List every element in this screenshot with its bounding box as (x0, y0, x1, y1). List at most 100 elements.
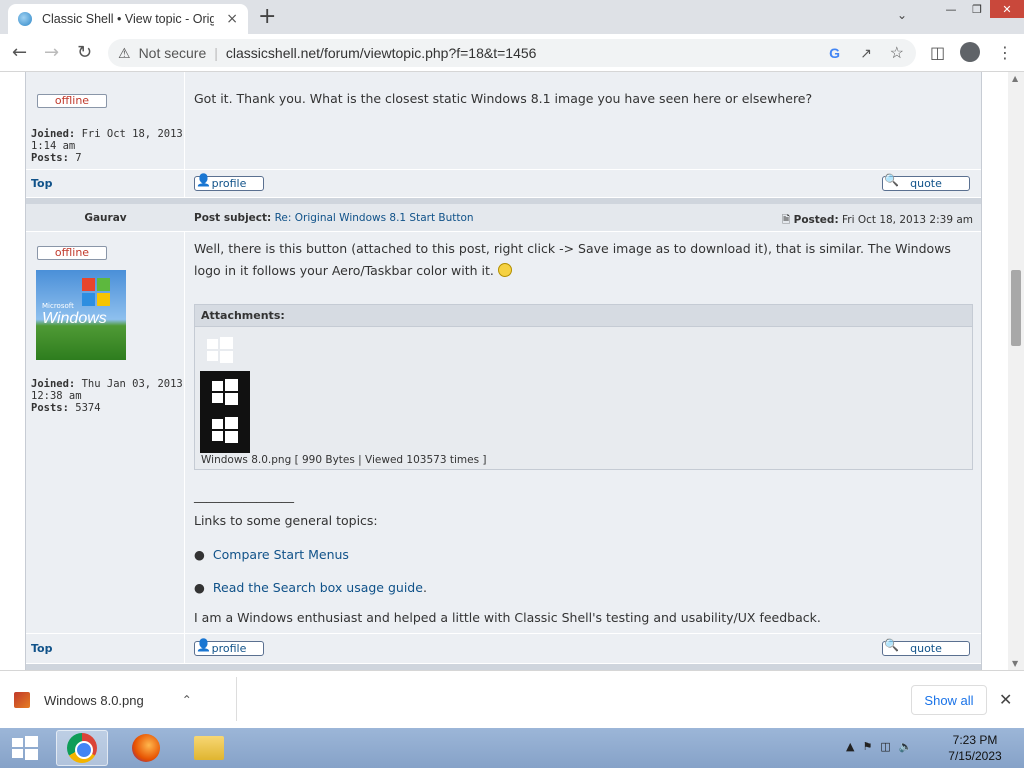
site-favicon-icon (18, 12, 32, 26)
menu-kebab-icon[interactable]: ⋮ (997, 43, 1013, 62)
list-item: ● Read the Search box usage guide. (194, 577, 427, 599)
file-explorer-taskbar-button[interactable] (183, 730, 235, 766)
quote-label: quote (910, 642, 942, 655)
download-filename[interactable]: Windows 8.0.png (44, 693, 144, 708)
attachments-box: Attachments: Windows 8.0.png [ 990 Bytes… (194, 304, 973, 470)
address-bar[interactable]: ⚠ Not secure | classicshell.net/forum/vi… (108, 39, 916, 67)
windows-flag-icon (82, 278, 112, 308)
profile-button[interactable]: 👤 profile (194, 639, 264, 656)
posts-label: Posts: (31, 402, 69, 414)
restore-icon[interactable]: ❐ (964, 0, 990, 18)
action-center-icon[interactable]: ⚑ (862, 740, 872, 753)
top-link[interactable]: Top (31, 642, 52, 655)
posted-label: Posted: (793, 214, 839, 226)
firefox-taskbar-button[interactable] (120, 730, 172, 766)
post-footer-row: Top 👤 profile 🔍 quote (26, 634, 981, 664)
firefox-icon (132, 734, 160, 762)
tray-expand-icon[interactable]: ▲ (846, 740, 854, 753)
link-suffix: . (422, 580, 427, 595)
scroll-up-icon[interactable]: ▲ (1012, 74, 1018, 83)
start-button[interactable] (8, 734, 40, 762)
posts-value: 7 (75, 152, 82, 164)
browser-toolbar: ← → ↻ ⚠ Not secure | classicshell.net/fo… (0, 34, 1024, 72)
download-shelf: Windows 8.0.png ⌃ Show all ✕ (0, 670, 1024, 728)
author-details: Joined: Thu Jan 03, 2013 12:38 am Posts:… (31, 378, 184, 414)
tab-strip: Classic Shell • View topic - Origin × + … (0, 0, 1024, 34)
post-subject: Post subject: Re: Original Windows 8.1 S… (194, 212, 474, 224)
forward-arrow-icon[interactable]: → (44, 42, 59, 63)
minimize-icon[interactable]: — (938, 0, 964, 18)
window-controls: — ❐ ✕ (938, 0, 1024, 18)
search-guide-link[interactable]: Read the Search box usage guide (213, 580, 423, 595)
network-icon[interactable]: ◫ (880, 740, 890, 753)
omnibox-divider: | (214, 45, 218, 61)
compare-start-menus-link[interactable]: Compare Start Menus (213, 547, 349, 562)
attachment-image[interactable] (200, 371, 250, 453)
posted-value: Fri Oct 18, 2013 2:39 am (841, 214, 973, 226)
subject-label: Post subject: (194, 212, 272, 224)
security-status[interactable]: Not secure (139, 45, 207, 61)
bullet-icon: ● (194, 547, 205, 562)
status-badge: offline (37, 94, 107, 108)
page-viewport: offline Joined: Fri Oct 18, 2013 1:14 am… (0, 72, 1008, 670)
warning-icon[interactable]: ⚠ (118, 45, 131, 62)
bookmark-star-icon[interactable]: ☆ (890, 43, 904, 63)
chevron-up-icon[interactable]: ⌃ (182, 693, 192, 707)
download-item[interactable]: Windows 8.0.png ⌃ (14, 685, 192, 715)
joined-label: Joined: (31, 128, 76, 140)
links-intro: Links to some general topics: (194, 513, 378, 528)
quote-label: quote (910, 177, 942, 190)
google-lens-icon[interactable]: G (829, 45, 840, 61)
volume-icon[interactable]: 🔈 (899, 740, 913, 753)
browser-tab[interactable]: Classic Shell • View topic - Origin × (8, 4, 248, 34)
post-message: Well, there is this button (attached to … (194, 238, 970, 282)
tab-close-icon[interactable]: × (226, 11, 238, 27)
post-message: Got it. Thank you. What is the closest s… (194, 91, 813, 106)
reload-icon[interactable]: ↻ (77, 42, 92, 63)
profile-avatar-icon[interactable] (960, 42, 980, 62)
tab-search-chevron-icon[interactable]: ⌄ (897, 8, 907, 22)
clock-date: 7/15/2023 (948, 749, 1002, 763)
system-tray: ▲ ⚑ ◫ 🔈 (846, 740, 912, 753)
windows-logo-icon (207, 337, 233, 363)
profile-button[interactable]: 👤 profile (194, 174, 264, 191)
close-shelf-icon[interactable]: ✕ (999, 690, 1012, 709)
window-close-icon[interactable]: ✕ (990, 0, 1024, 18)
post-body-row: offline Joined: Fri Oct 18, 2013 1:14 am… (26, 72, 981, 170)
side-panel-icon[interactable]: ◫ (930, 43, 945, 62)
chrome-taskbar-button[interactable] (56, 730, 108, 766)
folder-icon (194, 736, 224, 760)
top-link[interactable]: Top (31, 177, 52, 190)
taskbar-clock[interactable]: 7:23 PM 7/15/2023 (940, 732, 1010, 764)
shelf-divider (236, 677, 237, 721)
post-file-icon[interactable]: 🗎 (782, 214, 790, 226)
show-all-button[interactable]: Show all (911, 685, 987, 715)
quote-button[interactable]: 🔍 quote (882, 639, 970, 656)
post-footer-left: Top (26, 634, 185, 663)
subject-link[interactable]: Re: Original Windows 8.1 Start Button (275, 212, 474, 224)
list-item: ● Compare Start Menus (194, 544, 349, 566)
signature-rule: ________________ (194, 488, 294, 503)
scroll-down-icon[interactable]: ▼ (1012, 659, 1018, 668)
tab-title: Classic Shell • View topic - Origin (42, 12, 214, 26)
topic-posts: offline Joined: Fri Oct 18, 2013 1:14 am… (25, 72, 982, 670)
bullet-icon: ● (194, 580, 205, 595)
new-tab-button[interactable]: + (258, 6, 276, 28)
page-scrollbar[interactable]: ▲ ▼ (1008, 72, 1024, 670)
post-content: Got it. Thank you. What is the closest s… (186, 72, 981, 126)
post-footer-row: Top 👤 profile 🔍 quote (26, 170, 981, 198)
post-message-text: Well, there is this button (attached to … (194, 241, 951, 278)
quote-button[interactable]: 🔍 quote (882, 174, 970, 191)
profile-label: profile (211, 642, 247, 655)
signature-text: I am a Windows enthusiast and helped a l… (194, 610, 821, 625)
back-arrow-icon[interactable]: ← (12, 42, 27, 63)
scrollbar-thumb[interactable] (1011, 270, 1021, 346)
posts-label: Posts: (31, 152, 69, 164)
share-icon[interactable]: ↗ (860, 45, 872, 62)
image-file-icon (14, 692, 30, 708)
posts-value: 5374 (75, 402, 101, 414)
attachments-header: Attachments: (195, 305, 972, 327)
url-text[interactable]: classicshell.net/forum/viewtopic.php?f=1… (226, 45, 537, 61)
author-details: Joined: Fri Oct 18, 2013 1:14 am Posts: … (31, 128, 184, 164)
avatar-caption-small: Microsoft (42, 302, 74, 310)
